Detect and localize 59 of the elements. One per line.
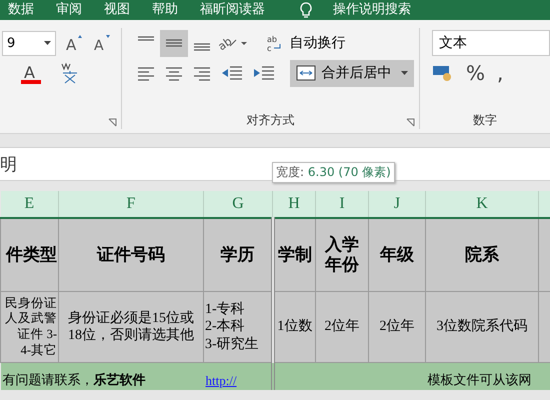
header-text: 件类型 [6,244,57,266]
menu-tab[interactable]: 视图 [96,0,144,20]
header-text: 学历 [220,244,254,266]
column-header[interactable]: K [426,191,538,218]
header-text: 入学年份 [325,234,359,276]
cell-text: 18位，否则请选其他 [67,327,195,344]
formula-bar[interactable]: 明 宽度: 6.30 (70 像素) [0,147,550,181]
menu-tab[interactable]: 福昕阅读器 [192,0,279,20]
comma-style-button[interactable]: , [497,61,504,85]
dialog-launcher-icon[interactable] [108,118,118,127]
merge-center-button[interactable]: 合并后居中 [290,60,414,86]
column-header[interactable]: E [0,191,58,218]
cell-text: 民身份证 [4,296,57,312]
align-lines-icon [138,36,154,40]
menu-tab[interactable]: 帮助 [144,0,192,20]
font-size-dropdown[interactable]: 9 [2,30,56,56]
header-text: 学制 [278,244,312,266]
column-header[interactable]: I [316,191,368,218]
cell-text: 身份证必须是15位或 [67,310,195,327]
lightbulb-icon [299,1,313,19]
cell-text: 3-研究生 [205,336,260,354]
group-label: 数字 [473,112,497,129]
header-text: 年级 [380,244,414,266]
cell-text: 2位年 [324,318,360,336]
column-header[interactable]: G [204,191,272,218]
cell-text: 2-本科 [205,318,246,336]
merge-cells-icon [296,64,316,82]
currency-icon[interactable] [432,64,454,82]
header-text: 证件号码 [97,244,165,266]
align-lines-icon [194,42,210,50]
column-header[interactable]: J [368,191,426,218]
cell-text: 证件 3- [16,327,57,343]
formula-text: 明 [0,154,17,176]
template-note: 模板文件可从该网 [428,372,532,387]
header-text: 院系 [465,244,499,266]
contact-note: 有问题请联系，乐艺软件 [2,372,146,387]
cell-text: 人及武警 [4,311,57,327]
increase-indent-icon[interactable] [252,64,276,82]
dialog-launcher-icon[interactable] [406,118,415,127]
decrease-indent-icon[interactable] [220,64,244,82]
cell-text: 3位数院系代码 [436,318,528,336]
caret-icon [44,40,51,46]
column-header[interactable]: H [272,191,316,218]
cell-text: 4-其它 [20,342,57,358]
column-header[interactable]: F [58,191,204,218]
wrap-text-button[interactable]: ab c 自动换行 [260,30,352,56]
vertical-align-button[interactable] [160,30,188,56]
cell-text: 2位年 [378,318,416,336]
cell-text: 1-专科 [205,300,246,318]
search-tab[interactable]: 操作说明搜索 [325,0,425,20]
number-format-field[interactable]: 文本 [432,30,550,56]
menu-tab[interactable]: 数据 [0,0,48,20]
cell-text: 1位数 [276,318,314,336]
percent-style-button[interactable]: % [466,61,486,85]
caret-icon [401,70,408,76]
group-label: 对齐方式 [246,112,295,129]
width-tooltip: 宽度: 6.30 (70 像素) [272,162,395,183]
align-lines-icon [166,39,182,47]
menu-tab[interactable]: 审阅 [48,0,96,20]
